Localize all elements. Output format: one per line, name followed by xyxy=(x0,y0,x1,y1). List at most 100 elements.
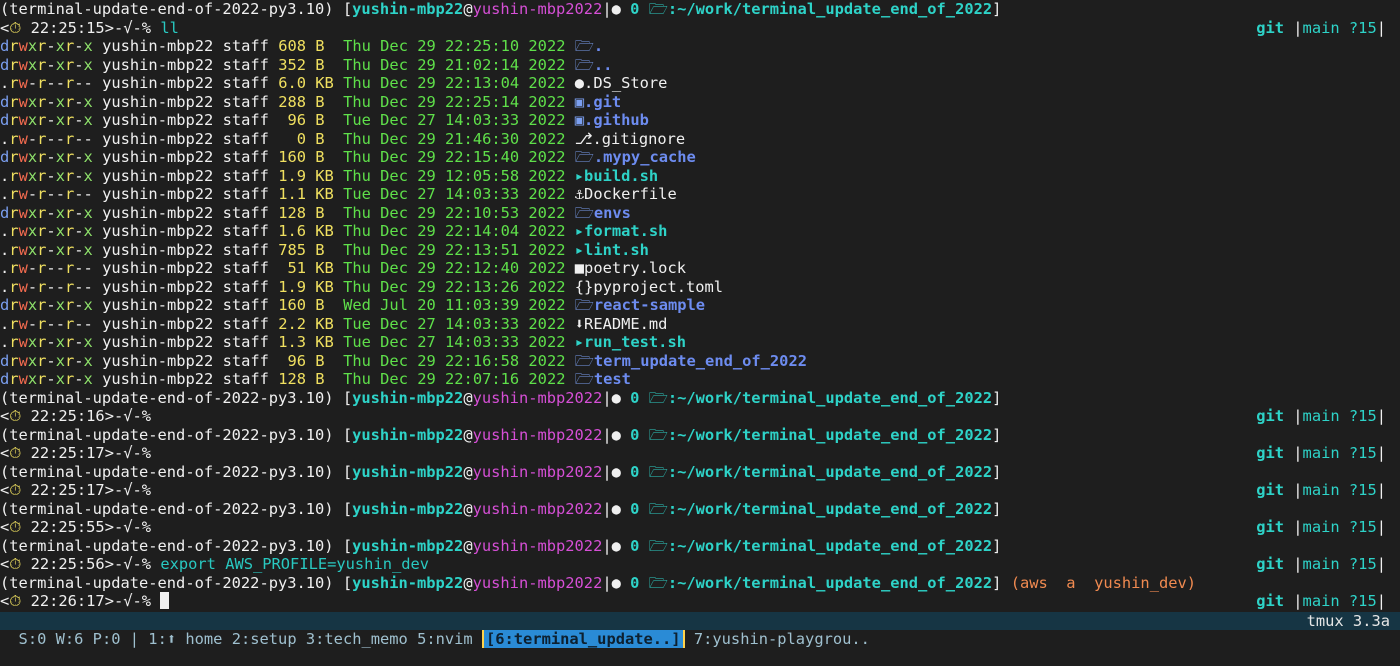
file-list-row: .rwxr-xr-x yushin-mbp22 staff 785 B Thu … xyxy=(0,241,1400,260)
file-name[interactable]: format.sh xyxy=(584,222,667,240)
perm-char: - xyxy=(46,37,56,55)
perm-char: r xyxy=(64,74,75,92)
perm-char: - xyxy=(55,259,65,277)
terminal-output[interactable]: (terminal-update-end-of-2022-py3.10) [yu… xyxy=(0,0,1400,612)
file-name[interactable]: .. xyxy=(594,56,613,74)
tmux-window-tab[interactable]: 3:tech_memo xyxy=(306,630,408,648)
file-entry: .rwxr-xr-x yushin-mbp22 staff 1.3 KB Tue… xyxy=(0,333,686,352)
tmux-window-tab[interactable]: 2:setup xyxy=(232,630,297,648)
permissions: .rw-r--r-- xyxy=(0,74,93,92)
file-name[interactable]: lint.sh xyxy=(584,241,649,259)
folder-icon: 🗁 xyxy=(574,296,594,314)
perm-char: r xyxy=(9,296,19,314)
prompt-open: < xyxy=(0,407,10,425)
prompt-left: (terminal-update-end-of-2022-py3.10) [yu… xyxy=(0,537,1001,556)
perm-char: r xyxy=(64,92,75,111)
prompt-left: <⏱ 22:25:55>-√-% xyxy=(0,518,151,537)
file-owner: yushin-mbp22 xyxy=(102,92,214,111)
file-name[interactable]: README.md xyxy=(584,315,667,333)
permissions: drwxr-xr-x xyxy=(0,37,93,55)
file-list-row: .rwxr-xr-x yushin-mbp22 staff 1.9 KB Thu… xyxy=(0,167,1400,186)
tmux-window-list: 1:⬆ home 2:setup 3:tech_memo 5:nvim [6:t… xyxy=(148,630,870,648)
file-name[interactable]: term_update_end_of_2022 xyxy=(594,352,807,370)
perm-char: - xyxy=(46,92,56,111)
separator: | xyxy=(602,462,612,481)
tmux-window-tab[interactable]: 7:yushin-playgrou.. xyxy=(694,630,870,648)
file-name[interactable]: .github xyxy=(584,111,649,129)
prompt-left: (terminal-update-end-of-2022-py3.10) [yu… xyxy=(0,0,1001,19)
perm-char: x xyxy=(83,333,93,351)
file-name[interactable]: envs xyxy=(594,204,631,222)
file-list-row: .rw-r--r-- yushin-mbp22 staff 51 KB Thu … xyxy=(0,259,1400,278)
current-path: :~/work/terminal_update_end_of_2022 xyxy=(667,0,993,18)
perm-char: d xyxy=(0,148,10,166)
perm-char: - xyxy=(83,259,93,277)
bracket: ] xyxy=(992,425,1002,444)
file-group: staff xyxy=(222,111,269,129)
file-name[interactable]: test xyxy=(594,370,631,388)
file-name[interactable]: . xyxy=(594,37,603,55)
perm-char: w xyxy=(18,370,28,388)
file-group: staff xyxy=(222,296,269,314)
prompt-suffix: >-√-% xyxy=(104,407,152,425)
text-cursor[interactable] xyxy=(160,592,170,609)
prompt-time: 22:25:16 xyxy=(30,407,105,425)
file-name[interactable]: Dockerfile xyxy=(584,185,677,203)
perm-char: x xyxy=(83,92,93,111)
file-group: staff xyxy=(222,37,269,55)
folder-icon: 🗁 xyxy=(648,536,668,555)
perm-char: w xyxy=(18,259,28,277)
prompt-time: 22:25:15 xyxy=(30,18,105,37)
perm-char: r xyxy=(9,37,19,55)
prompt-suffix: >-√-% xyxy=(104,444,152,462)
file-owner: yushin-mbp22 xyxy=(102,370,214,388)
file-name[interactable]: .gitignore xyxy=(593,130,686,148)
file-date: Thu Dec 29 22:13:51 2022 xyxy=(343,240,566,259)
bracket: ] xyxy=(992,462,1002,481)
perm-char: - xyxy=(46,240,56,259)
separator: | xyxy=(1376,518,1386,536)
perm-char: - xyxy=(74,185,84,203)
user-name: yushin-mbp22 xyxy=(352,388,464,407)
perm-char: r xyxy=(9,277,19,296)
separator: | xyxy=(1284,444,1303,462)
file-name[interactable]: react-sample xyxy=(594,296,705,314)
tmux-window-tab[interactable]: 5:nvim xyxy=(417,630,473,648)
file-group: staff xyxy=(222,92,269,111)
prompt-header-line: (terminal-update-end-of-2022-py3.10) [yu… xyxy=(0,0,1400,19)
file-name[interactable]: .git xyxy=(584,93,621,111)
separator: | xyxy=(1376,444,1386,462)
file-name[interactable]: build.sh xyxy=(584,167,658,185)
file-date: Thu Dec 29 22:13:26 2022 xyxy=(343,277,566,296)
perm-char: d xyxy=(0,92,10,111)
tmux-window-tab[interactable]: 1:⬆ home xyxy=(148,630,222,648)
file-name[interactable]: poetry.lock xyxy=(584,259,686,277)
tmux-window-tab[interactable]: [6:terminal_update..] xyxy=(481,630,685,648)
file-name[interactable]: run_test.sh xyxy=(584,333,686,351)
file-entry: drwxr-xr-x yushin-mbp22 staff 160 B Thu … xyxy=(0,148,696,167)
file-name[interactable]: pyproject.toml xyxy=(593,278,723,296)
file-name[interactable]: .DS_Store xyxy=(584,74,667,92)
file-list-row: drwxr-xr-x yushin-mbp22 staff 352 B Thu … xyxy=(0,56,1400,75)
file-name[interactable]: .mypy_cache xyxy=(594,148,696,166)
file-size: 608 B xyxy=(278,37,334,55)
current-path: :~/work/terminal_update_end_of_2022 xyxy=(667,388,993,407)
prompt-input-line: <⏱ 22:26:17>-√-% git |main ?15| xyxy=(0,592,1400,611)
